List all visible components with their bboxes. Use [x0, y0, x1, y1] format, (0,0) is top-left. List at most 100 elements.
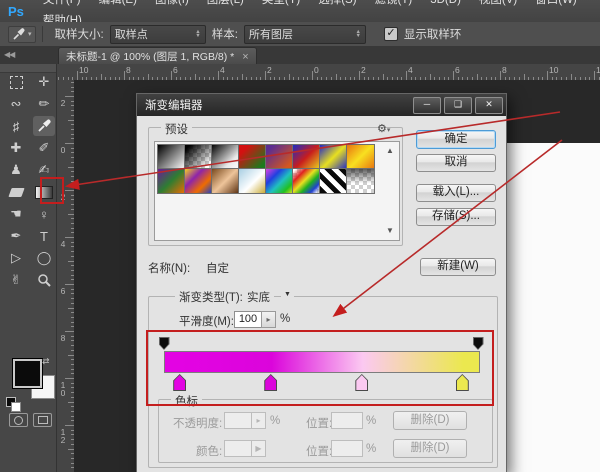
smoothness-label: 平滑度(M): [179, 313, 234, 329]
maximize-button[interactable]: ❑ [444, 97, 472, 114]
preset-black-white[interactable] [212, 145, 239, 169]
tool-preset-picker[interactable]: ▾ [8, 26, 36, 43]
document-tab[interactable]: 未标题-1 @ 100% (图层 1, RGB/8) * × [58, 47, 257, 65]
hand-tool[interactable]: ✌ [5, 270, 27, 290]
history-brush-tool[interactable]: ✍ [33, 160, 55, 180]
opacity-stop-0[interactable] [159, 337, 170, 350]
menu-滤镜(T)[interactable]: 滤镜(T) [366, 0, 422, 6]
preset-gradient [185, 145, 212, 169]
sample-dropdown[interactable]: 所有图层 ▲▼ [244, 25, 366, 44]
ruler-label: 2 [58, 98, 68, 106]
preset-neutral-density[interactable] [347, 169, 374, 193]
save-button[interactable]: 存储(S)... [416, 208, 496, 226]
menu-图像(I)[interactable]: 图像(I) [146, 0, 198, 6]
menu-图层(L)[interactable]: 图层(L) [198, 0, 253, 6]
show-sampling-ring-checkbox[interactable]: ✓ [384, 27, 398, 41]
healing-brush-tool[interactable]: ✚ [5, 138, 27, 158]
eyedropper-tool[interactable] [33, 116, 55, 136]
move-tool[interactable]: ✛ [33, 72, 55, 92]
dodge-tool[interactable]: ♀ [33, 204, 55, 224]
menu-窗口(W)[interactable]: 窗口(W) [526, 0, 586, 6]
delete-color-stop-button[interactable]: 删除(D) [393, 439, 467, 458]
tab-close-icon[interactable]: × [242, 51, 248, 63]
new-button[interactable]: 新建(W) [420, 258, 496, 276]
preset-foreground-to-background[interactable] [158, 145, 185, 169]
color-stop-95[interactable] [456, 374, 469, 391]
preset-spectrum[interactable] [266, 169, 293, 193]
eraser-tool[interactable] [5, 182, 27, 202]
gradient-type-value[interactable]: 实底 [243, 289, 274, 305]
delete-opacity-stop-button[interactable]: 删除(D) [393, 411, 467, 430]
clone-stamp-tool[interactable]: ♟ [5, 160, 27, 180]
preset-blue-red-yellow[interactable] [293, 145, 320, 169]
swap-colors-icon[interactable]: ⇄ [42, 356, 50, 367]
quick-mask-button[interactable] [9, 413, 28, 427]
zoom-tool[interactable] [33, 270, 55, 290]
preset-transparent-rainbow[interactable] [293, 169, 320, 193]
brush-tool[interactable]: ✐ [33, 138, 55, 158]
smoothness-slider-icon[interactable]: ▸ [261, 311, 276, 328]
preset-orange-yellow-orange[interactable] [347, 145, 374, 169]
opacity-stop-100[interactable] [473, 337, 484, 350]
horizontal-ruler: 108642024681012 [56, 64, 600, 81]
load-button[interactable]: 载入(L)... [416, 184, 496, 202]
menu-类型(Y)[interactable]: 类型(Y) [253, 0, 309, 6]
color-stop-34[interactable] [264, 374, 277, 391]
sample-size-dropdown[interactable]: 取样点 ▲▼ [110, 25, 206, 44]
menu-视图(V)[interactable]: 视图(V) [470, 0, 526, 6]
ok-button[interactable]: 确定 [416, 130, 496, 149]
preset-blue-yellow-blue[interactable] [320, 145, 347, 169]
menu-编辑(E)[interactable]: 编辑(E) [90, 0, 146, 6]
preset-red-green[interactable] [239, 145, 266, 169]
presets-menu-gear-icon[interactable]: ⚙▾ [377, 122, 390, 135]
close-button[interactable]: ✕ [475, 97, 503, 114]
color-picker-arrow-icon[interactable]: ▶ [251, 440, 266, 457]
pen-tool[interactable]: ✒ [5, 226, 27, 246]
name-value[interactable]: 自定 [206, 260, 229, 276]
preset-copper[interactable] [212, 169, 239, 193]
gradient-tool[interactable] [33, 182, 55, 202]
opacity-field[interactable] [224, 412, 252, 429]
scroll-down-icon[interactable]: ▼ [386, 226, 394, 235]
type-tool[interactable]: T [33, 226, 55, 246]
preset-yellow-violet-orange-blue[interactable] [185, 169, 212, 193]
quick-selection-tool[interactable]: ✏ [33, 94, 55, 114]
preset-transparent-stripes[interactable] [320, 169, 347, 193]
scroll-up-icon[interactable]: ▲ [386, 146, 394, 155]
gradient-editor-dialog: 渐变编辑器 ─ ❑ ✕ 预设 ⚙▾ ▲ ▼ 确定 取消 载入(L)... 存储(… [136, 93, 507, 472]
color-stop-63[interactable] [355, 374, 368, 391]
preset-violet-orange[interactable] [266, 145, 293, 169]
preset-list: ▲ ▼ [154, 141, 400, 241]
crop-tool[interactable]: ♯ [5, 116, 27, 136]
preset-violet-green-orange[interactable] [158, 169, 185, 193]
preset-foreground-to-transparent[interactable] [185, 145, 212, 169]
ruler-tick [171, 71, 172, 80]
ruler-tick [65, 237, 74, 238]
opacity-location-field[interactable] [331, 412, 363, 429]
path-selection-tool[interactable]: ▷ [5, 248, 27, 268]
gradient-preview-bar[interactable] [164, 351, 480, 373]
preset-chrome[interactable] [239, 169, 266, 193]
smoothness-field[interactable]: 100 [234, 311, 262, 328]
color-swatch-field[interactable] [224, 440, 252, 457]
dialog-title-bar[interactable]: 渐变编辑器 ─ ❑ ✕ [137, 94, 506, 116]
minimize-button[interactable]: ─ [413, 97, 441, 114]
ruler-label: 10 [79, 65, 88, 75]
color-stop-5[interactable] [173, 374, 186, 391]
screen-mode-button[interactable] [33, 413, 52, 427]
menu-文件(F)[interactable]: 文件(F) [34, 0, 90, 6]
default-colors-icon[interactable] [6, 397, 20, 411]
foreground-color-swatch[interactable] [13, 359, 42, 388]
lasso-tool[interactable]: ∾ [5, 94, 27, 114]
color-location-field[interactable] [331, 440, 363, 457]
smudge-tool[interactable]: ☚ [5, 204, 27, 224]
ruler-label: 2 [267, 65, 272, 75]
collapse-panel-icon[interactable]: ◀◀ [4, 50, 14, 59]
rectangular-marquee-tool[interactable] [5, 72, 27, 92]
gradient-type-dropdown-icon[interactable]: ▼ [281, 291, 294, 298]
cancel-button[interactable]: 取消 [416, 154, 496, 172]
menu-选择(S)[interactable]: 选择(S) [309, 0, 365, 6]
ellipse-tool[interactable]: ◯ [33, 248, 55, 268]
menu-3D(D)[interactable]: 3D(D) [421, 0, 470, 6]
opacity-slider-icon[interactable]: ▸ [251, 412, 266, 429]
